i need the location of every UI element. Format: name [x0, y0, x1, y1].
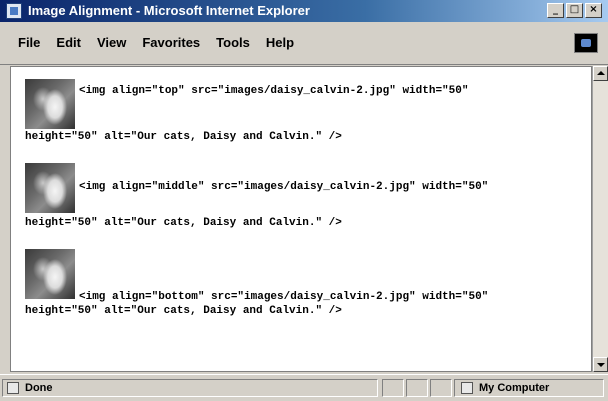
cat-image-middle	[25, 163, 75, 213]
title-bar[interactable]: Image Alignment - Microsoft Internet Exp…	[0, 0, 608, 22]
maximize-button[interactable]: □	[566, 3, 583, 18]
menu-view[interactable]: View	[97, 35, 126, 50]
code-line-top-1: <img align="top" src="images/daisy_calvi…	[79, 85, 469, 97]
scroll-down-button[interactable]	[593, 357, 608, 372]
code-line-bottom-2: height="50" alt="Our cats, Daisy and Cal…	[25, 305, 342, 317]
status-panel-zone: My Computer	[454, 379, 604, 397]
menu-favorites[interactable]: Favorites	[142, 35, 200, 50]
menu-tools[interactable]: Tools	[216, 35, 250, 50]
status-panel-3	[430, 379, 452, 397]
my-computer-icon	[461, 382, 473, 394]
status-panel-2	[406, 379, 428, 397]
menu-edit[interactable]: Edit	[56, 35, 81, 50]
page-viewport[interactable]: <img align="top" src="images/daisy_calvi…	[10, 66, 592, 372]
window-controls: _ □ ×	[547, 3, 602, 18]
window-title: Image Alignment - Microsoft Internet Exp…	[28, 3, 310, 18]
status-panel-main: Done	[2, 379, 378, 397]
ie-icon	[6, 3, 22, 19]
cat-image-top	[25, 79, 75, 129]
status-text: Done	[25, 382, 53, 394]
menu-file[interactable]: File	[18, 35, 40, 50]
code-line-middle-1: <img align="middle" src="images/daisy_ca…	[79, 181, 489, 193]
minimize-button[interactable]: _	[547, 3, 564, 18]
menu-bar: File Edit View Favorites Tools Help	[0, 22, 608, 65]
menu-help[interactable]: Help	[266, 35, 294, 50]
page-icon	[7, 382, 19, 394]
vertical-scrollbar[interactable]	[592, 66, 608, 372]
code-line-bottom-1: <img align="bottom" src="images/daisy_ca…	[79, 291, 489, 303]
close-button[interactable]: ×	[585, 3, 602, 18]
status-bar: Done My Computer	[0, 374, 608, 401]
status-panel-1	[382, 379, 404, 397]
scroll-up-button[interactable]	[593, 66, 608, 81]
windows-logo-icon	[574, 33, 598, 53]
code-line-middle-2: height="50" alt="Our cats, Daisy and Cal…	[25, 217, 342, 229]
zone-text: My Computer	[479, 382, 550, 394]
code-line-top-2: height="50" alt="Our cats, Daisy and Cal…	[25, 131, 342, 143]
cat-image-bottom	[25, 249, 75, 299]
